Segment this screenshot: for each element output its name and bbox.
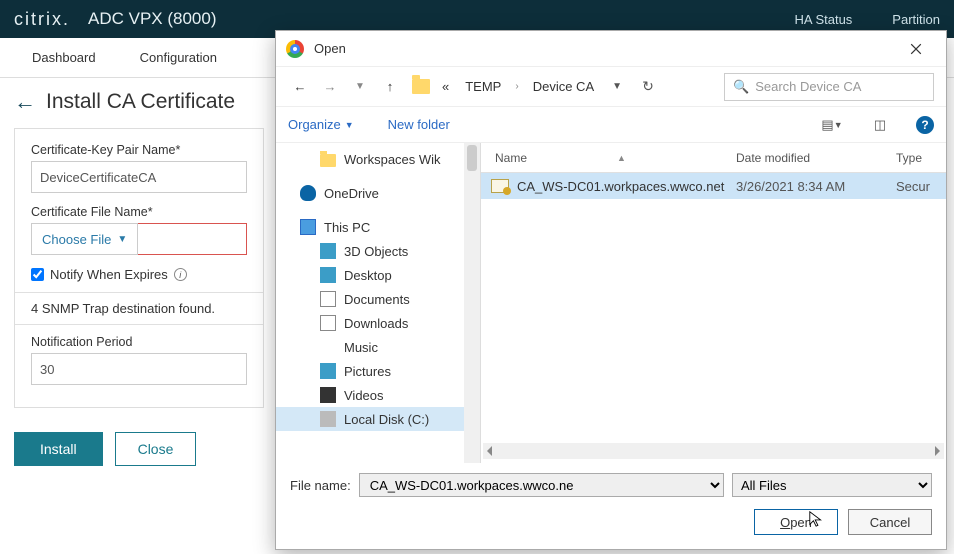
new-folder-button[interactable]: New folder: [388, 117, 450, 132]
file-list-scrollbar[interactable]: [483, 443, 944, 459]
file-date: 3/26/2021 8:34 AM: [736, 179, 896, 194]
tree-item-videos[interactable]: Videos: [276, 383, 480, 407]
sort-asc-icon: ▲: [617, 153, 626, 163]
file-row[interactable]: CA_WS-DC01.workpaces.wwco.net 3/26/2021 …: [481, 173, 946, 199]
organize-menu[interactable]: Organize ▼: [288, 117, 354, 132]
up-button[interactable]: ↑: [378, 75, 402, 99]
preview-pane-icon[interactable]: ◫: [868, 113, 892, 137]
open-button[interactable]: Open: [754, 509, 838, 535]
tree-item-onedrive[interactable]: OneDrive: [276, 181, 480, 205]
file-name: CA_WS-DC01.workpaces.wwco.net: [517, 179, 724, 194]
dialog-titlebar: Open: [276, 31, 946, 67]
tree-item-workspaces[interactable]: Workspaces Wik: [276, 147, 480, 171]
file-type: Secur: [896, 179, 946, 194]
chrome-icon: [286, 40, 304, 58]
dialog-nav: ← → ▼ ↑ « TEMP › Device CA ▼ ↻ 🔍 Search …: [276, 67, 946, 107]
dialog-footer: File name: CA_WS-DC01.workpaces.wwco.ne …: [276, 463, 946, 549]
open-dialog: Open ← → ▼ ↑ « TEMP › Device CA ▼ ↻ 🔍 Se…: [275, 30, 947, 550]
tree-item-thispc[interactable]: This PC: [276, 215, 480, 239]
file-list-header: Name▲ Date modified Type: [481, 143, 946, 173]
info-icon[interactable]: i: [174, 268, 187, 281]
page-title: Install CA Certificate: [46, 90, 235, 114]
cert-file-empty-indicator: [138, 223, 247, 255]
notif-period-input[interactable]: [31, 353, 247, 385]
tree-item-documents[interactable]: Documents: [276, 287, 480, 311]
ha-status-link[interactable]: HA Status: [794, 12, 852, 27]
tree-item-downloads[interactable]: Downloads: [276, 311, 480, 335]
certificate-icon: [491, 179, 509, 193]
file-list: Name▲ Date modified Type CA_WS-DC01.work…: [481, 143, 946, 463]
tree-item-music[interactable]: Music: [276, 335, 480, 359]
tree-item-desktop[interactable]: Desktop: [276, 263, 480, 287]
chevron-down-icon[interactable]: ▼: [612, 81, 622, 92]
chevron-down-icon: ▼: [117, 234, 127, 245]
install-form: Certificate-Key Pair Name* Certificate F…: [14, 128, 264, 408]
breadcrumb-temp[interactable]: TEMP: [465, 79, 501, 94]
folder-icon: [412, 79, 430, 94]
view-menu-icon[interactable]: ▤ ▼: [820, 113, 844, 137]
folder-tree: Workspaces Wik OneDrive This PC 3D Objec…: [276, 143, 481, 463]
filename-label: File name:: [290, 478, 351, 493]
back-button[interactable]: ←: [288, 75, 312, 99]
breadcrumb-deviceca[interactable]: Device CA: [533, 79, 594, 94]
close-icon[interactable]: [896, 35, 936, 63]
column-type[interactable]: Type: [896, 151, 946, 165]
back-arrow-icon[interactable]: ←: [14, 91, 36, 113]
install-button[interactable]: Install: [14, 432, 103, 466]
notif-period-label: Notification Period: [31, 335, 247, 349]
citrix-logo: citrix.: [14, 9, 70, 30]
filename-input[interactable]: CA_WS-DC01.workpaces.wwco.ne: [359, 473, 724, 497]
search-icon: 🔍: [733, 79, 749, 95]
tab-configuration[interactable]: Configuration: [118, 38, 239, 78]
cert-pair-input[interactable]: [31, 161, 247, 193]
cert-pair-label: Certificate-Key Pair Name*: [31, 143, 247, 157]
recent-chevron-icon[interactable]: ▼: [348, 75, 372, 99]
tree-item-3dobjects[interactable]: 3D Objects: [276, 239, 480, 263]
tab-dashboard[interactable]: Dashboard: [10, 38, 118, 78]
tree-item-pictures[interactable]: Pictures: [276, 359, 480, 383]
dialog-toolbar: Organize ▼ New folder ▤ ▼ ◫ ?: [276, 107, 946, 143]
search-input[interactable]: 🔍 Search Device CA: [724, 73, 934, 101]
snmp-message: 4 SNMP Trap destination found.: [15, 292, 263, 325]
notify-label: Notify When Expires: [50, 267, 168, 282]
forward-button[interactable]: →: [318, 75, 342, 99]
tree-scrollbar[interactable]: [464, 143, 480, 463]
chevron-right-icon: ›: [515, 81, 518, 92]
partition-link[interactable]: Partition: [892, 12, 940, 27]
cancel-button[interactable]: Cancel: [848, 509, 932, 535]
tree-item-localdisk[interactable]: Local Disk (C:): [276, 407, 480, 431]
help-icon[interactable]: ?: [916, 116, 934, 134]
choose-file-button[interactable]: Choose File▼: [31, 223, 138, 255]
breadcrumb-sep: «: [442, 79, 449, 94]
file-filter-select[interactable]: All Files: [732, 473, 932, 497]
column-name[interactable]: Name▲: [481, 151, 736, 165]
product-name: ADC VPX (8000): [88, 9, 217, 29]
close-button[interactable]: Close: [115, 432, 197, 466]
notify-checkbox[interactable]: [31, 268, 44, 281]
refresh-icon[interactable]: ↻: [636, 75, 660, 99]
dialog-title: Open: [314, 41, 346, 56]
cert-file-label: Certificate File Name*: [31, 205, 247, 219]
column-date[interactable]: Date modified: [736, 151, 896, 165]
